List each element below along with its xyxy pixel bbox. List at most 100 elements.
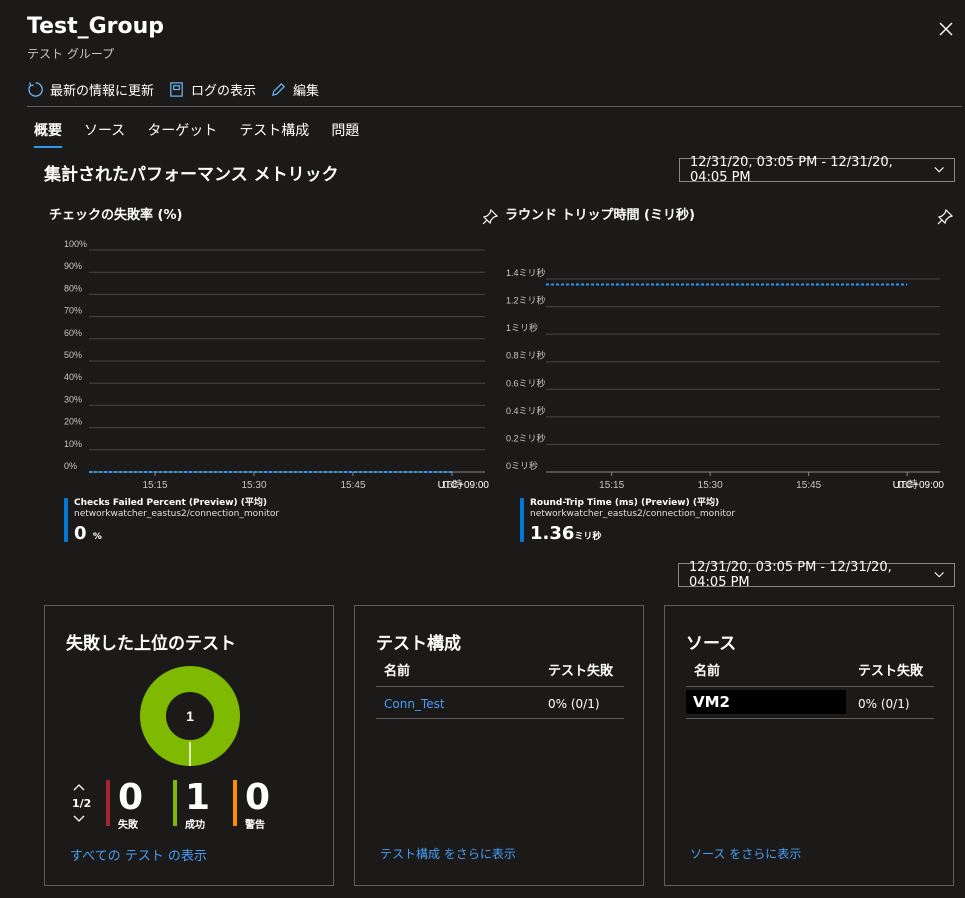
- stat-succeeded: 1 成功: [173, 780, 210, 831]
- y-tick-label: 50%: [64, 350, 82, 360]
- view-logs-label: ログの表示: [191, 83, 257, 99]
- pager-label: 1/2: [72, 797, 92, 810]
- y-tick-label: 80%: [64, 283, 82, 293]
- legend-resource: networkwatcher_eastus2/connection_monito…: [530, 509, 736, 519]
- pencil-icon: [272, 82, 286, 96]
- legend-series-name: Round-Trip Time (ms) (Preview) (平均): [530, 498, 720, 508]
- chevron-down-icon: [934, 167, 944, 173]
- view-all-tests-link[interactable]: すべての テスト の表示: [70, 845, 207, 864]
- stat-value: 0: [118, 777, 144, 818]
- tab-targets[interactable]: ターゲット: [147, 120, 217, 148]
- y-tick-label: 60%: [64, 328, 82, 338]
- tab-sources[interactable]: ソース: [84, 120, 125, 148]
- rtt-chart-title: ラウンド トリップ時間 (ミリ秒): [505, 208, 695, 223]
- test-config-row-name[interactable]: Conn_Test: [384, 697, 445, 711]
- page-subtitle: テスト グループ: [27, 47, 115, 61]
- view-logs-button[interactable]: ログの表示: [168, 80, 256, 99]
- stat-label: 警告: [245, 820, 265, 831]
- x-tick-label: 15:30: [698, 480, 723, 490]
- x-tick-label: 15:30: [241, 480, 266, 490]
- summary-time-range-value: 12/31/20, 03:05 PM - 12/31/20, 04:05 PM: [689, 560, 892, 590]
- y-tick-label: 30%: [64, 394, 82, 404]
- legend-unit: %: [92, 532, 102, 542]
- failed-rate-chart: 100% 90% 80% 70% 60% 50% 40% 30% 20% 10% 0% 15:15 15…: [64, 240, 490, 490]
- stat-failed: 0 失敗: [106, 780, 143, 831]
- failed-chart-legend: Checks Failed Percent (Preview) (平均) net…: [64, 498, 279, 544]
- y-tick-label: 10%: [64, 439, 82, 449]
- page-title: Test_Group: [27, 14, 165, 39]
- tab-overview[interactable]: 概要: [34, 120, 62, 148]
- chevron-up-icon[interactable]: [72, 782, 86, 792]
- close-icon[interactable]: [937, 20, 955, 38]
- legend-value: 0: [74, 523, 87, 544]
- pin-icon[interactable]: [481, 208, 499, 226]
- stat-label: 失敗: [118, 820, 138, 831]
- legend-resource: networkwatcher_eastus2/connection_monito…: [74, 509, 280, 519]
- card-title: ソース: [686, 634, 737, 654]
- x-tick-label: 15:45: [340, 480, 365, 490]
- y-tick-label: 1ミリ秒: [506, 322, 538, 333]
- column-header-test-failures: テスト失敗: [548, 664, 614, 679]
- metrics-time-range-value: 12/31/20, 03:05 PM - 12/31/20, 04:05 PM: [690, 155, 893, 185]
- table-row-divider: [376, 718, 624, 719]
- legend-value: 1.36: [530, 523, 575, 544]
- metrics-section-title: 集計されたパフォーマンス メトリック: [44, 165, 339, 185]
- command-bar: 最新の情報に更新 ログの表示 編集: [27, 78, 319, 100]
- x-tick-label: 15:15: [142, 480, 167, 490]
- donut-center-value: 1: [186, 708, 194, 724]
- stat-warning: 0 警告: [233, 780, 270, 831]
- more-sources-link[interactable]: ソース をさらに表示: [690, 845, 801, 862]
- tests-donut-chart[interactable]: 1: [140, 666, 240, 766]
- y-tick-label: 0.4ミリ秒: [506, 405, 546, 416]
- refresh-label: 最新の情報に更新: [50, 83, 155, 99]
- pin-icon[interactable]: [936, 208, 954, 226]
- y-tick-label: 0ミリ秒: [506, 460, 538, 471]
- more-test-config-link[interactable]: テスト構成 をさらに表示: [380, 845, 516, 862]
- column-header-name: 名前: [384, 664, 411, 679]
- stat-color-bar: [106, 780, 110, 826]
- toolbar-divider: [27, 106, 962, 107]
- log-icon: [170, 81, 183, 97]
- metrics-time-range-picker[interactable]: 12/31/20, 03:05 PM - 12/31/20, 04:05 PM: [679, 155, 955, 185]
- y-tick-label: 100%: [64, 240, 87, 249]
- source-row-fail: 0% (0/1): [858, 697, 910, 711]
- y-tick-label: 1.2ミリ秒: [506, 295, 546, 306]
- table-row-divider: [686, 718, 934, 719]
- card-title: テスト構成: [376, 634, 461, 654]
- x-timezone-label: UTC+09:00: [438, 480, 490, 490]
- legend-unit: ミリ秒: [574, 532, 602, 542]
- edit-label: 編集: [293, 83, 320, 99]
- x-timezone-label: UTC+09:00: [893, 480, 945, 490]
- sources-card: ソース 名前 テスト失敗 VM2 0% (0/1) ソース をさらに表示: [664, 605, 954, 886]
- legend-color-bar: [64, 498, 68, 542]
- y-tick-label: 90%: [64, 261, 82, 271]
- y-tick-label: 0.6ミリ秒: [506, 377, 546, 388]
- chevron-down-icon[interactable]: [72, 814, 86, 824]
- refresh-button[interactable]: 最新の情報に更新: [27, 80, 154, 99]
- tab-issues[interactable]: 問題: [331, 120, 359, 148]
- summary-time-range-picker[interactable]: 12/31/20, 03:05 PM - 12/31/20, 04:05 PM: [678, 560, 955, 590]
- source-row-name[interactable]: VM2: [693, 693, 730, 711]
- y-tick-label: 0.8ミリ秒: [506, 350, 546, 361]
- edit-button[interactable]: 編集: [270, 80, 319, 99]
- tab-test-config[interactable]: テスト構成: [239, 120, 309, 148]
- test-config-card: テスト構成 名前 テスト失敗 Conn_Test 0% (0/1) テスト構成 …: [354, 605, 644, 886]
- legend-series-name: Checks Failed Percent (Preview) (平均): [74, 498, 267, 508]
- y-tick-label: 70%: [64, 306, 82, 316]
- stat-color-bar: [233, 780, 237, 826]
- y-tick-label: 20%: [64, 417, 82, 427]
- column-header-name: 名前: [694, 664, 721, 679]
- stat-value: 1: [185, 777, 211, 818]
- y-tick-label: 1.4ミリ秒: [506, 267, 546, 278]
- legend-color-bar: [520, 498, 524, 542]
- refresh-icon: [28, 81, 43, 97]
- tab-bar: 概要 ソース ターゲット テスト構成 問題: [34, 120, 359, 148]
- table-header-divider: [376, 686, 624, 687]
- stat-label: 成功: [185, 820, 205, 831]
- rtt-chart-legend: Round-Trip Time (ms) (Preview) (平均) netw…: [520, 498, 735, 544]
- top-failing-tests-card: 失敗した上位のテスト 1 1/2 0 失敗 1 成功 0 警告 すべての テスト の表…: [44, 605, 334, 886]
- y-tick-label: 0.2ミリ秒: [506, 432, 546, 443]
- failed-chart-title: チェックの失敗率 (%): [49, 208, 183, 223]
- chevron-down-icon: [934, 572, 944, 578]
- column-header-test-failures: テスト失敗: [858, 664, 924, 679]
